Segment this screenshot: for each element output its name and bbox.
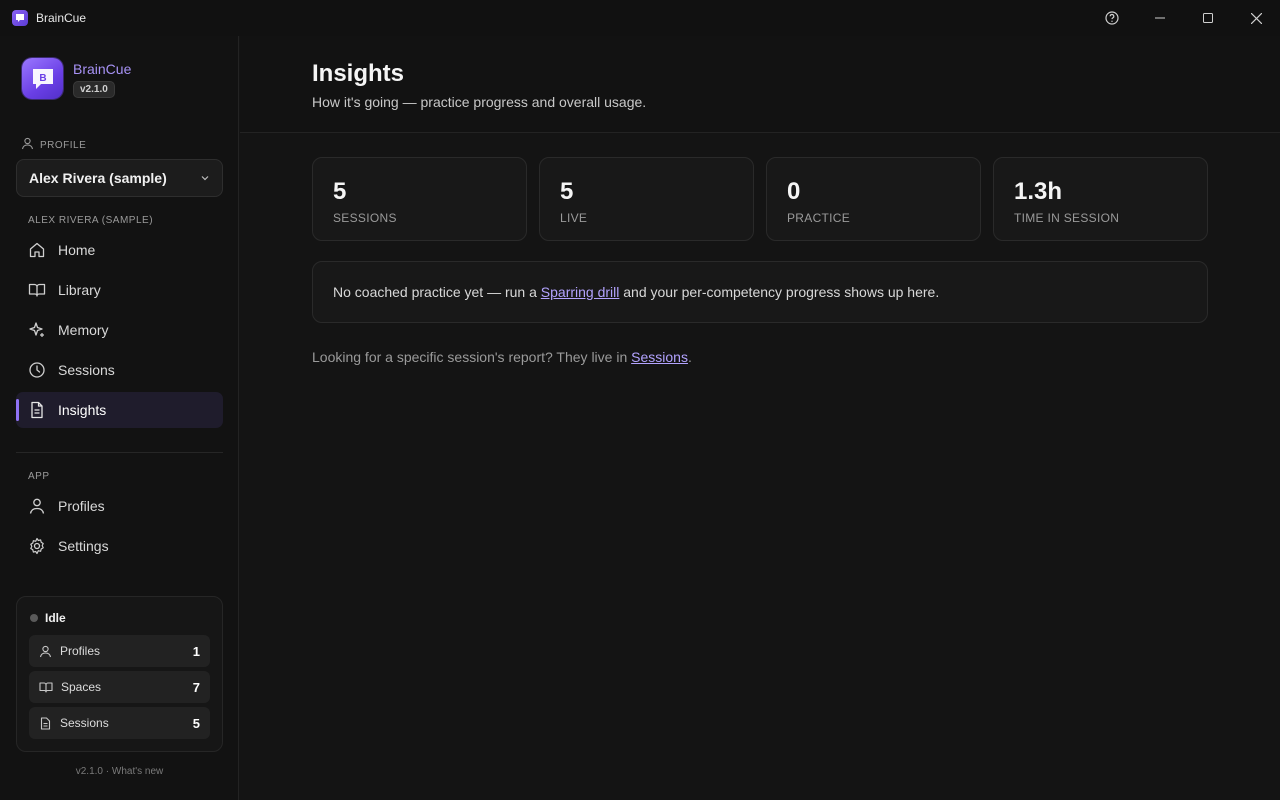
main-content: Insights How it's going — practice progr… xyxy=(240,36,1280,800)
app-section-label: APP xyxy=(28,471,50,482)
metric-value: 5 xyxy=(560,178,574,205)
document-icon xyxy=(28,401,46,419)
sessions-hint: Looking for a specific session's report?… xyxy=(312,349,692,365)
window-title: BrainCue xyxy=(36,11,87,25)
metric-caption: SESSIONS xyxy=(333,211,397,225)
user-icon xyxy=(21,137,34,150)
help-icon xyxy=(1105,11,1119,25)
nav-section-label: ALEX RIVERA (SAMPLE) xyxy=(28,215,154,226)
page-subtitle: How it's going — practice progress and o… xyxy=(312,94,647,110)
hint-text-before: Looking for a specific session's report?… xyxy=(312,349,632,365)
stat-row-sessions[interactable]: Sessions 5 xyxy=(29,707,210,739)
brand-logo[interactable]: B xyxy=(22,58,63,99)
sparring-drill-link[interactable]: Sparring drill xyxy=(541,284,620,300)
metric-card-sessions: 5 SESSIONS xyxy=(312,157,527,241)
sidebar-item-label: Settings xyxy=(58,538,109,554)
version-badge: v2.1.0 xyxy=(73,81,115,98)
close-icon xyxy=(1250,12,1262,24)
metric-card-practice: 0 PRACTICE xyxy=(766,157,981,241)
sidebar-item-home[interactable]: Home xyxy=(16,232,223,268)
whats-new-link[interactable]: v2.1.0 · What's new xyxy=(0,766,239,777)
maximize-icon xyxy=(1203,13,1213,23)
profile-selected-value: Alex Rivera (sample) xyxy=(29,170,167,186)
minimize-button[interactable] xyxy=(1136,0,1184,36)
sidebar: B BrainCue v2.1.0 PROFILE Alex Rivera (s… xyxy=(0,36,239,800)
stat-row-spaces[interactable]: Spaces 7 xyxy=(29,671,210,703)
profile-dropdown[interactable]: Alex Rivera (sample) xyxy=(16,159,223,197)
profile-section-label: PROFILE xyxy=(40,140,87,151)
sidebar-item-memory[interactable]: Memory xyxy=(16,312,223,348)
sidebar-item-label: Profiles xyxy=(58,498,105,514)
sidebar-item-label: Library xyxy=(58,282,101,298)
page-title: Insights xyxy=(312,60,405,87)
sidebar-item-label: Insights xyxy=(58,402,107,418)
metric-caption: TIME IN SESSION xyxy=(1014,211,1120,225)
sidebar-item-label: Home xyxy=(58,242,96,258)
home-icon xyxy=(28,241,46,259)
sidebar-item-library[interactable]: Library xyxy=(16,272,223,308)
sidebar-item-sessions[interactable]: Sessions xyxy=(16,352,223,388)
maximize-button[interactable] xyxy=(1184,0,1232,36)
status-card: Idle Profiles 1 Spaces 7 Sessions 5 xyxy=(16,596,223,752)
metric-card-live: 5 LIVE xyxy=(539,157,754,241)
stat-label: Profiles xyxy=(60,644,101,658)
stat-row-profiles[interactable]: Profiles 1 xyxy=(29,635,210,667)
sidebar-item-label: Sessions xyxy=(58,362,115,378)
page-header: Insights How it's going — practice progr… xyxy=(240,36,1280,133)
user-icon xyxy=(39,645,52,658)
document-icon xyxy=(39,716,52,730)
help-button[interactable] xyxy=(1088,0,1136,36)
stat-count: 1 xyxy=(192,643,200,659)
gear-icon xyxy=(28,537,46,555)
sidebar-item-profiles[interactable]: Profiles xyxy=(16,488,223,524)
stat-count: 7 xyxy=(192,679,200,695)
stat-label: Sessions xyxy=(60,716,109,730)
minimize-icon xyxy=(1155,17,1165,19)
sparkle-icon xyxy=(28,321,46,339)
title-bar: BrainCue xyxy=(0,0,1280,36)
stat-count: 5 xyxy=(192,715,200,731)
sidebar-divider xyxy=(16,452,223,453)
chevron-down-icon xyxy=(200,173,210,183)
empty-practice-notice: No coached practice yet — run a Sparring… xyxy=(312,261,1208,323)
metric-value: 0 xyxy=(787,178,801,205)
book-icon xyxy=(28,281,46,299)
status-text: Idle xyxy=(45,611,66,625)
notice-text-before: No coached practice yet — run a xyxy=(333,284,541,300)
metric-card-time-in-session: 1.3h TIME IN SESSION xyxy=(993,157,1208,241)
user-icon xyxy=(28,497,46,515)
metric-value: 1.3h xyxy=(1014,178,1063,205)
sidebar-item-label: Memory xyxy=(58,322,109,338)
sidebar-item-settings[interactable]: Settings xyxy=(16,528,223,564)
metric-caption: PRACTICE xyxy=(787,211,851,225)
status-indicator xyxy=(30,614,38,622)
sessions-link[interactable]: Sessions xyxy=(631,349,688,365)
hint-text-after: . xyxy=(687,349,692,365)
close-button[interactable] xyxy=(1232,0,1280,36)
svg-text:B: B xyxy=(39,73,46,84)
clock-icon xyxy=(28,361,46,379)
book-icon xyxy=(39,681,53,694)
sidebar-item-insights[interactable]: Insights xyxy=(16,392,223,428)
app-icon xyxy=(12,10,28,26)
brand-name: BrainCue xyxy=(73,61,132,77)
stat-label: Spaces xyxy=(61,680,102,694)
metric-caption: LIVE xyxy=(560,211,588,225)
notice-text-after: and your per-competency progress shows u… xyxy=(619,284,940,300)
metric-value: 5 xyxy=(333,178,347,205)
chat-bubble-icon: B xyxy=(32,68,53,89)
